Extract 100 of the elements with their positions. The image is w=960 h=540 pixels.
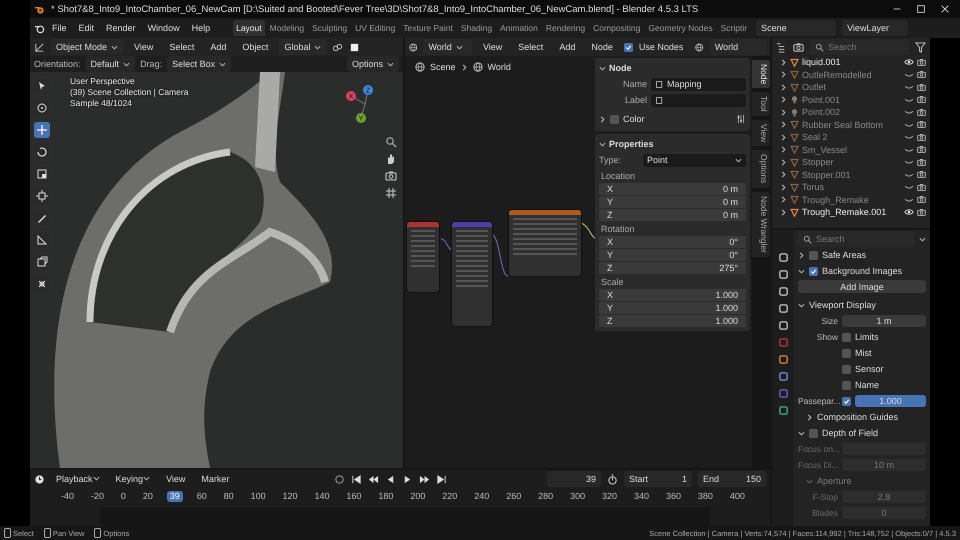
camera-icon[interactable] [917,120,926,130]
workspace-tab[interactable]: Shading [458,20,496,36]
panel-title[interactable]: Depth of Field [822,428,878,438]
checkbox[interactable] [809,250,818,260]
outliner-item[interactable]: Trough_Remake [772,194,930,206]
menu-item[interactable]: Object [237,40,274,54]
tool-icon[interactable] [36,146,48,158]
type-dropdown[interactable]: Point [643,154,746,166]
subpanel-title[interactable]: Aperture [817,476,852,486]
menu-item[interactable]: Add [554,40,580,54]
panel-title[interactable]: Safe Areas [822,250,866,260]
filter-icon[interactable] [915,42,926,52]
outliner-item[interactable]: Stopper [772,156,930,168]
checkbox[interactable] [842,364,851,374]
camera-icon[interactable] [917,132,926,142]
outliner-item[interactable]: Rubber Seal Bottom [772,118,930,131]
menu-item[interactable]: File [47,21,72,35]
maximize-icon[interactable] [916,4,926,14]
number-field[interactable]: Y 0° [599,249,746,261]
menu-item[interactable]: View [478,40,508,54]
zoom-icon[interactable] [385,136,397,148]
subpanel-title[interactable]: Composition Guides [817,412,898,422]
options-dropdown[interactable]: Options [346,56,399,72]
jump-start-icon[interactable] [351,474,362,484]
number-field[interactable]: X 0 m [599,183,746,195]
breadcrumb-item[interactable]: World [488,62,511,72]
number-field[interactable]: Z 0 m [599,209,746,221]
end-frame-field[interactable]: End 150 [698,471,766,487]
sliders-icon[interactable] [736,114,746,124]
color-swatch[interactable] [610,114,619,124]
camera-icon[interactable] [917,170,926,180]
view-layer-selector[interactable]: ViewLayer [842,20,908,36]
size-field[interactable]: 1 m [842,315,926,327]
sidebar-tab[interactable]: Node [752,60,770,88]
chevron-icon[interactable] [798,252,805,258]
close-icon[interactable] [940,4,950,14]
breadcrumb-item[interactable]: Scene [430,62,456,72]
panel-title[interactable]: Background Images [822,266,902,276]
chevron-icon[interactable] [798,430,805,436]
camera-icon[interactable] [917,70,926,80]
previous-keyframe-icon[interactable] [368,474,380,484]
workspace-tab[interactable]: Rendering [542,20,588,36]
panel-title[interactable]: Node [609,63,632,73]
outliner-item[interactable]: Point.002 [772,106,930,118]
chevron-icon[interactable] [599,116,606,122]
tool-icon[interactable] [36,190,48,202]
chevron-icon[interactable] [798,268,805,274]
use-nodes-checkbox[interactable] [624,42,633,52]
chevron-icon[interactable] [599,140,606,148]
checkbox[interactable] [842,380,851,390]
outliner-item[interactable]: liquid.001 [772,56,930,68]
outliner-item[interactable]: Torus [772,181,930,194]
editor-type-icon[interactable] [34,42,45,52]
menu-item[interactable]: Select [164,40,200,54]
current-frame-marker[interactable]: 39 [166,491,183,502]
menu-item[interactable]: Edit [74,21,100,35]
menu-item[interactable]: Keying [110,472,156,486]
passepartout-slider[interactable]: 1.000 [855,395,926,407]
chevron-icon[interactable] [806,414,813,420]
outliner-item[interactable]: Seal 2 [772,131,930,144]
camera-icon[interactable] [917,182,926,192]
eye-icon[interactable] [904,207,914,218]
tool-icon[interactable] [778,252,788,263]
orientation-dropdown[interactable]: Default [86,56,136,72]
workspace-tab[interactable]: Texture Paint [400,20,456,36]
menu-item[interactable]: Marker [196,472,234,486]
outliner-item[interactable]: Trough_Remake.001 [772,206,930,218]
workspace-tab[interactable]: Sculpting [309,20,350,36]
tool-icon[interactable] [36,168,48,180]
sidebar-tab[interactable]: Node Wrangler [752,192,770,257]
panel-title[interactable]: Properties [609,139,654,149]
chevron-icon[interactable] [599,64,606,72]
clock-icon[interactable] [34,474,45,484]
menu-item[interactable]: Window [142,21,185,35]
menu-item[interactable]: Playback [51,472,105,486]
node-drawing[interactable] [509,210,581,276]
number-field[interactable]: Y 0 m [599,196,746,208]
add-image-button[interactable]: Add Image [798,280,926,293]
eye-icon[interactable] [904,57,914,68]
tool-icon[interactable] [36,234,48,246]
workspace-tab[interactable]: Layout [233,20,265,36]
tool-icon[interactable] [36,256,48,268]
checkbox[interactable] [809,428,818,438]
workspace-tab[interactable]: Modeling [266,20,308,36]
globe-icon[interactable] [695,42,704,52]
subpanel-title[interactable]: Color [623,114,732,124]
next-keyframe-icon[interactable] [419,474,430,484]
number-field[interactable]: Z 1.000 [599,315,746,327]
filter-view-icon[interactable] [793,42,804,52]
outliner-item[interactable]: OutleRemodelled [772,68,930,81]
menu-item[interactable]: Node [586,40,618,54]
menu-item[interactable]: View [129,40,158,54]
tool-icon[interactable] [36,278,48,290]
number-field[interactable]: Z 275° [599,262,746,274]
outliner-item[interactable]: Point.001 [772,94,930,106]
jump-end-icon[interactable] [436,474,448,484]
world-dropdown[interactable]: World [423,39,472,55]
outliner-item[interactable]: Sm_Vessel [772,144,930,156]
number-field[interactable]: X 0° [599,236,746,248]
number-field[interactable]: X 1.000 [599,289,746,301]
